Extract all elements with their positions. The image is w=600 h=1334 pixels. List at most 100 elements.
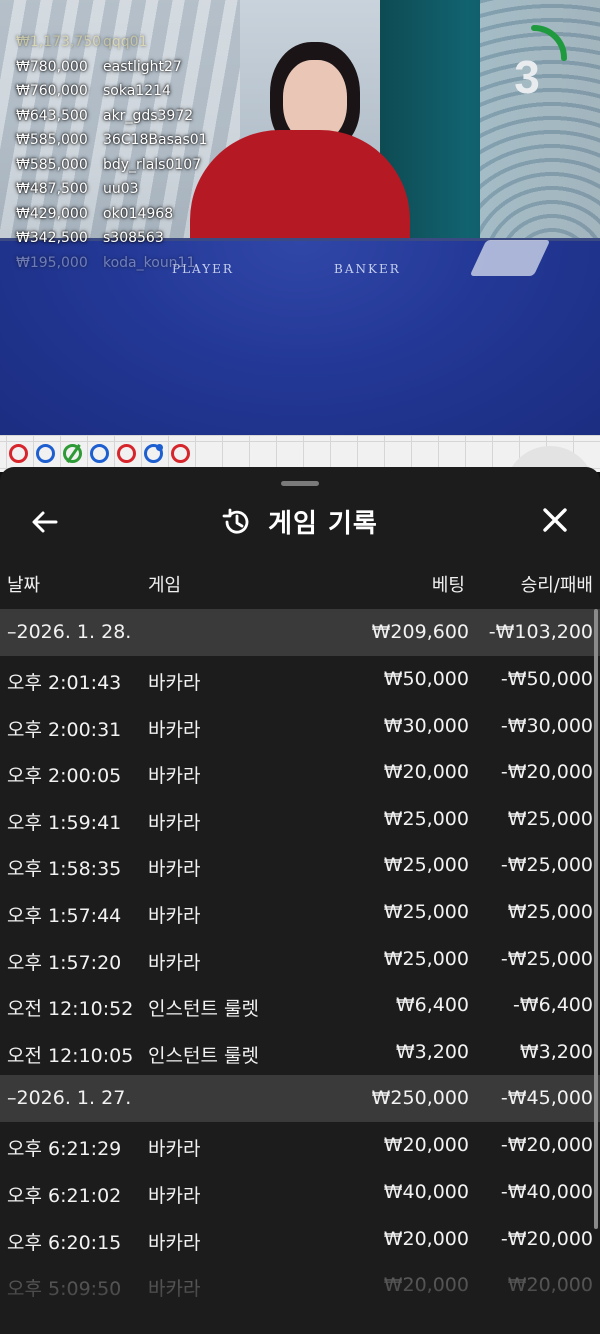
winner-row: ₩342,500 s308563 bbox=[16, 226, 276, 251]
winner-amount: ₩760,000 bbox=[16, 83, 88, 100]
winner-amount: ₩780,000 bbox=[16, 58, 88, 75]
group-date: –2026. 1. 27. bbox=[7, 1087, 132, 1110]
row-result: -₩30,000 bbox=[500, 714, 593, 737]
row-game: 바카라 bbox=[148, 811, 201, 834]
group-result-total: -₩45,000 bbox=[500, 1087, 593, 1110]
row-game: 바카라 bbox=[148, 1231, 201, 1254]
group-result-total: -₩103,200 bbox=[488, 621, 593, 643]
row-result: -₩20,000 bbox=[500, 1134, 593, 1157]
list-fade bbox=[0, 1264, 600, 1334]
bead-blue bbox=[36, 444, 55, 463]
history-row[interactable]: 오후 1:57:20 바카라 ₩25,000 -₩25,000 bbox=[0, 936, 600, 983]
history-row[interactable]: 오후 6:21:29 바카라 ₩20,000 -₩20,000 bbox=[0, 1122, 600, 1169]
row-time: 오후 2:01:43 bbox=[7, 672, 122, 694]
bead-red bbox=[117, 444, 136, 463]
row-bet: ₩25,000 bbox=[383, 854, 469, 877]
live-video[interactable]: PLAYER BANKER ₩1,173,750 qqq01 ₩780,000 eas… bbox=[0, 0, 600, 435]
date-group-row[interactable]: –2026. 1. 27. ₩250,000 -₩45,000 bbox=[0, 1075, 600, 1123]
group-bet-total: ₩250,000 bbox=[371, 1087, 469, 1110]
winner-amount: ₩342,500 bbox=[16, 230, 88, 247]
history-row[interactable]: 오후 2:01:43 바카라 ₩50,000 -₩50,000 bbox=[0, 656, 600, 703]
group-bet-total: ₩209,600 bbox=[371, 621, 469, 643]
winner-amount: ₩429,000 bbox=[16, 205, 88, 222]
row-bet: ₩20,000 bbox=[383, 1227, 469, 1250]
row-bet: ₩20,000 bbox=[383, 761, 469, 784]
row-time: 오후 6:21:29 bbox=[7, 1138, 122, 1161]
winner-user: 36C18Basas01 bbox=[103, 132, 208, 149]
history-row[interactable]: 오후 6:21:02 바카라 ₩40,000 -₩40,000 bbox=[0, 1169, 600, 1216]
row-result: -₩25,000 bbox=[500, 854, 593, 877]
column-headers: 날짜 게임 베팅 승리/패배 bbox=[0, 571, 600, 601]
row-bet: ₩40,000 bbox=[383, 1180, 469, 1203]
date-group-row[interactable]: –2026. 1. 28. ₩209,600 -₩103,200 bbox=[0, 609, 600, 656]
winners-feed: ₩1,173,750 qqq01 ₩780,000 eastlight27 ₩760,0… bbox=[16, 30, 276, 275]
row-time: 오후 1:58:35 bbox=[7, 858, 122, 881]
row-result: -₩50,000 bbox=[500, 668, 593, 690]
history-row[interactable]: 오후 1:57:44 바카라 ₩25,000 ₩25,000 bbox=[0, 889, 600, 936]
history-row[interactable]: 오전 12:10:05 인스턴트 룰렛 ₩3,200 ₩3,200 bbox=[0, 1029, 600, 1076]
row-game: 바카라 bbox=[148, 904, 201, 927]
row-game: 인스턴트 룰렛 bbox=[148, 998, 259, 1021]
history-row[interactable]: 오후 2:00:05 바카라 ₩20,000 -₩20,000 bbox=[0, 749, 600, 796]
column-game: 게임 bbox=[148, 575, 182, 596]
sheet-drag-handle[interactable] bbox=[281, 481, 319, 486]
scrollbar[interactable] bbox=[594, 609, 598, 1229]
row-bet: ₩25,000 bbox=[383, 947, 469, 970]
row-result: -₩40,000 bbox=[500, 1180, 593, 1203]
row-game: 바카라 bbox=[148, 951, 201, 974]
sheet-title: 게임 기록 bbox=[268, 509, 378, 539]
row-bet: ₩20,000 bbox=[383, 1134, 469, 1157]
row-time: 오후 2:00:31 bbox=[7, 718, 122, 741]
row-time: 오후 6:20:15 bbox=[7, 1231, 122, 1254]
winner-amount: ₩487,500 bbox=[16, 181, 88, 198]
row-result: ₩25,000 bbox=[507, 900, 593, 923]
row-bet: ₩3,200 bbox=[395, 1040, 469, 1063]
winner-user: akr_gds3972 bbox=[103, 107, 194, 124]
winner-user: s308563 bbox=[103, 230, 164, 247]
row-game: 바카라 bbox=[148, 1184, 201, 1207]
row-result: -₩20,000 bbox=[500, 1227, 593, 1250]
history-row[interactable]: 오후 1:58:35 바카라 ₩25,000 -₩25,000 bbox=[0, 842, 600, 889]
row-bet: ₩6,400 bbox=[395, 994, 469, 1017]
winner-amount: ₩643,500 bbox=[16, 107, 88, 124]
row-bet: ₩50,000 bbox=[383, 668, 469, 690]
row-time: 오후 1:59:41 bbox=[7, 811, 122, 834]
winner-user: soka1214 bbox=[103, 83, 171, 100]
row-result: ₩25,000 bbox=[507, 807, 593, 830]
row-game: 인스턴트 룰렛 bbox=[148, 1044, 259, 1067]
close-icon[interactable] bbox=[540, 505, 570, 535]
row-time: 오전 12:10:52 bbox=[7, 998, 134, 1021]
row-result: -₩25,000 bbox=[500, 947, 593, 970]
winner-row: ₩429,000 ok014968 bbox=[16, 202, 276, 227]
row-bet: ₩30,000 bbox=[383, 714, 469, 737]
row-game: 바카라 bbox=[148, 765, 201, 788]
winner-row: ₩195,000 koda_koun11 bbox=[16, 251, 276, 276]
winner-amount: ₩585,000 bbox=[16, 156, 88, 173]
history-row[interactable]: 오후 2:00:31 바카라 ₩30,000 -₩30,000 bbox=[0, 703, 600, 750]
winner-amount: ₩585,000 bbox=[16, 132, 88, 149]
sheet-header: 게임 기록 bbox=[0, 495, 600, 545]
bead-blue bbox=[90, 444, 109, 463]
row-result: ₩3,200 bbox=[519, 1040, 593, 1063]
bead-red bbox=[9, 444, 28, 463]
row-result: -₩20,000 bbox=[500, 761, 593, 784]
column-bet: 베팅 bbox=[431, 575, 465, 596]
row-result: -₩6,400 bbox=[512, 994, 593, 1017]
history-list[interactable]: –2026. 1. 28. ₩209,600 -₩103,200 오후 2:01:43… bbox=[0, 609, 600, 1309]
winner-user: eastlight27 bbox=[103, 58, 182, 75]
history-row[interactable]: 오후 1:59:41 바카라 ₩25,000 ₩25,000 bbox=[0, 796, 600, 843]
history-row[interactable]: 오후 6:20:15 바카라 ₩20,000 -₩20,000 bbox=[0, 1216, 600, 1263]
banker-area-label: BANKER bbox=[334, 262, 401, 276]
winner-amount: ₩1,173,750 bbox=[16, 34, 102, 51]
column-result: 승리/패배 bbox=[520, 575, 593, 596]
row-time: 오후 6:21:02 bbox=[7, 1184, 122, 1207]
winner-user: ok014968 bbox=[103, 205, 174, 222]
winner-row: ₩1,173,750 qqq01 bbox=[16, 30, 276, 55]
bead-blue bbox=[144, 444, 163, 463]
row-bet: ₩25,000 bbox=[383, 807, 469, 830]
winner-user: koda_koun11 bbox=[103, 254, 196, 271]
history-row[interactable]: 오전 12:10:52 인스턴트 룰렛 ₩6,400 -₩6,400 bbox=[0, 982, 600, 1029]
winner-row: ₩760,000 soka1214 bbox=[16, 79, 276, 104]
winner-row: ₩585,000 bdy_rlals0107 bbox=[16, 153, 276, 178]
countdown-value: 3 bbox=[514, 51, 540, 103]
